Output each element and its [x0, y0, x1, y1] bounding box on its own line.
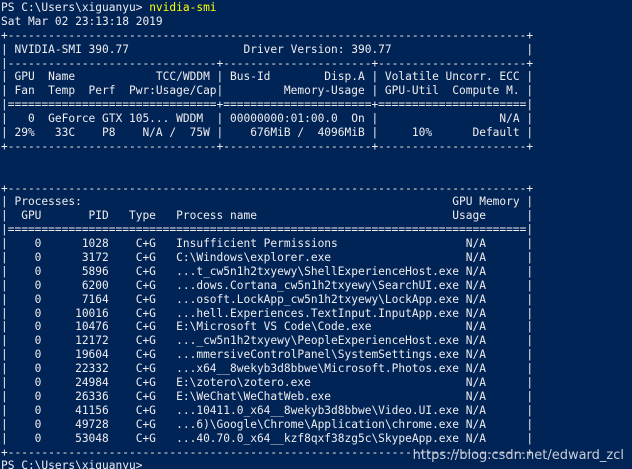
process-row: | 0 1028 C+G Insufficient Permissions N/…	[1, 237, 534, 251]
process-row: | 0 6200 C+G ...dows.Cortana_cw5n1h2txye…	[1, 278, 534, 292]
watermark-url: https://blog.csdn.net/edward_zcl	[412, 448, 624, 464]
smi-table-line: +-------------------------------+-------…	[1, 139, 534, 153]
smi-table-line: |-------------------------------+-------…	[1, 56, 534, 70]
process-row: | 0 24984 C+G E:\zotero\zotero.exe N/A |	[1, 376, 534, 390]
process-table-header: | Processes: GPU Memory |	[1, 195, 534, 209]
timestamp: Sat Mar 02 23:13:18 2019	[1, 14, 163, 28]
process-table: +---------------------------------------…	[1, 182, 632, 460]
process-row: | 0 10016 C+G ...hell.Experiences.TextIn…	[1, 306, 534, 320]
smi-summary-table: +---------------------------------------…	[1, 29, 632, 154]
prompt-prefix: PS C:\Users\xiguanyu>	[1, 1, 150, 14]
process-row: | 0 49728 C+G ...6)\Google\Chrome\Applic…	[1, 417, 534, 431]
process-row: | 0 5896 C+G ...t_cw5n1h2txyewy\ShellExp…	[1, 264, 534, 278]
process-row: | 0 26336 C+G E:\WeChat\WeChatWeb.exe N/…	[1, 389, 534, 403]
smi-table-line: +---------------------------------------…	[1, 28, 534, 42]
process-row: | 0 53048 C+G ...40.70.0_x64__kzf8qxf38z…	[1, 431, 534, 445]
process-table-border: +---------------------------------------…	[1, 181, 534, 195]
process-table-header: | GPU PID Type Process name Usage |	[1, 209, 534, 223]
smi-table-line: |===============================+=======…	[1, 98, 534, 112]
process-row: | 0 10476 C+G E:\Microsoft VS Code\Code.…	[1, 320, 534, 334]
process-table-separator: |=======================================…	[1, 223, 534, 237]
smi-table-line: | Fan Temp Perf Pwr:Usage/Cap| Memory-Us…	[1, 84, 534, 98]
smi-table-line: | 29% 33C P8 N/A / 75W | 676MiB / 4096Mi…	[1, 126, 534, 140]
smi-table-line: | GPU Name TCC/WDDM | Bus-Id Disp.A | Vo…	[1, 70, 534, 84]
command-text: nvidia-smi	[149, 1, 217, 14]
smi-table-line: | NVIDIA-SMI 390.77 Driver Version: 390.…	[1, 42, 534, 56]
process-row: | 0 7164 C+G ...osoft.LockApp_cw5n1h2txy…	[1, 292, 534, 306]
process-row: | 0 22332 C+G ...x64__8wekyb3d8bbwe\Micr…	[1, 362, 534, 376]
prompt-line: PS C:\Users\xiguanyu> nvidia-smi	[1, 1, 632, 15]
process-row: | 0 41156 C+G ...10411.0_x64__8wekyb3d8b…	[1, 403, 534, 417]
smi-table-line: | 0 GeForce GTX 105... WDDM | 00000000:0…	[1, 112, 534, 126]
process-row: | 0 3172 C+G C:\Windows\explorer.exe N/A…	[1, 251, 534, 265]
powershell-terminal[interactable]: PS C:\Users\xiguanyu> nvidia-smi Sat Mar…	[0, 0, 632, 469]
process-row: | 0 12172 C+G ..._cw5n1h2txyewy\PeopleEx…	[1, 334, 534, 348]
process-row: | 0 19604 C+G ...mmersiveControlPanel\Sy…	[1, 348, 534, 362]
